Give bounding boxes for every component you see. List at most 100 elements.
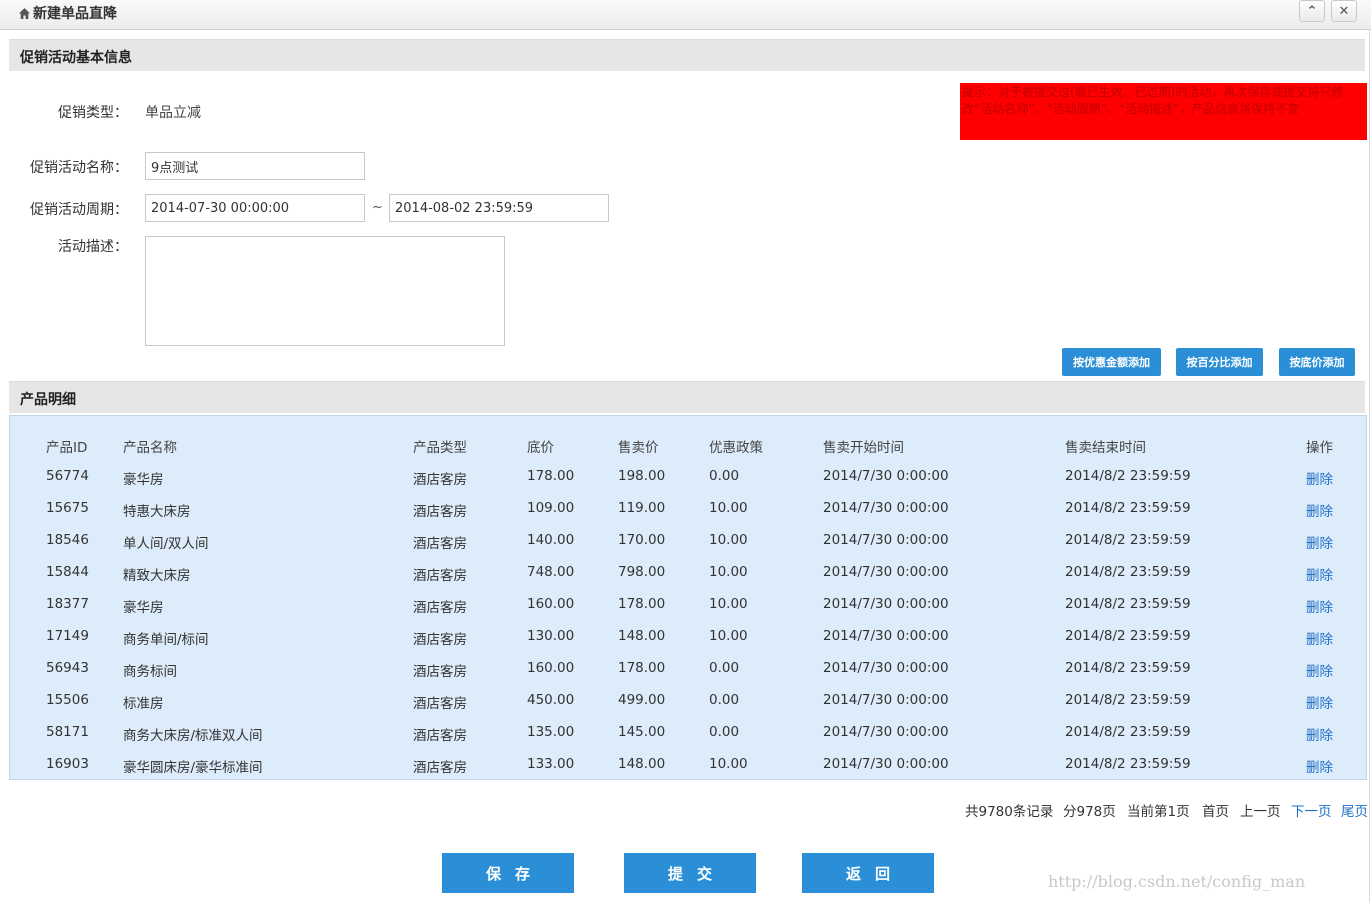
watermark: http://blog.csdn.net/config_man — [1048, 872, 1306, 891]
section-title: 产品明细 — [20, 392, 76, 408]
cell-product-name: 商务大床房/标准双人间 — [123, 728, 263, 744]
pager-page-count: 分978页 — [1063, 804, 1116, 820]
cell-product-id: 56943 — [46, 660, 89, 676]
cell-product-type: 酒店客房 — [413, 504, 467, 520]
promo-name-label: 促销活动名称： — [30, 160, 128, 176]
promo-name-input[interactable] — [145, 152, 365, 180]
window-border — [1369, 30, 1370, 902]
column-header: 操作 — [1306, 440, 1333, 456]
column-header: 底价 — [527, 440, 554, 456]
delete-link[interactable]: 删除 — [1306, 756, 1333, 776]
cell-end-time: 2014/8/2 23:59:59 — [1065, 596, 1191, 612]
cell-start-time: 2014/7/30 0:00:00 — [823, 756, 949, 772]
cell-discount: 0.00 — [709, 724, 740, 740]
cell-sale-price: 499.00 — [618, 692, 666, 708]
promo-period-label: 促销活动周期： — [30, 202, 128, 218]
column-header: 产品ID — [46, 440, 88, 456]
cell-end-time: 2014/8/2 23:59:59 — [1065, 532, 1191, 548]
back-button[interactable]: 返回 — [802, 853, 934, 893]
window-title: 新建单品直降 — [18, 3, 117, 23]
cell-start-time: 2014/7/30 0:00:00 — [823, 660, 949, 676]
cell-product-name: 豪华圆床房/豪华标准间 — [123, 760, 263, 776]
cell-base-price: 133.00 — [527, 756, 575, 772]
promo-desc-label: 活动描述： — [58, 239, 128, 255]
cell-product-name: 精致大床房 — [123, 568, 191, 584]
cell-product-type: 酒店客房 — [413, 664, 467, 680]
cell-sale-price: 148.00 — [618, 628, 666, 644]
delete-link[interactable]: 删除 — [1306, 596, 1333, 616]
cell-product-type: 酒店客房 — [413, 728, 467, 744]
column-header: 优惠政策 — [709, 440, 763, 456]
delete-link[interactable]: 删除 — [1306, 692, 1333, 712]
delete-link[interactable]: 删除 — [1306, 564, 1333, 584]
promo-type-label: 促销类型： — [58, 105, 128, 121]
cell-sale-price: 145.00 — [618, 724, 666, 740]
cell-end-time: 2014/8/2 23:59:59 — [1065, 724, 1191, 740]
cell-base-price: 140.00 — [527, 532, 575, 548]
period-separator: ~ — [372, 200, 383, 215]
products-table: 产品ID 产品名称 产品类型 底价 售卖价 优惠政策 售卖开始时间 售卖结束时间… — [9, 415, 1367, 780]
cell-start-time: 2014/7/30 0:00:00 — [823, 500, 949, 516]
section-header-basic-info: 促销活动基本信息 — [9, 39, 1365, 71]
cell-base-price: 130.00 — [527, 628, 575, 644]
cell-discount: 10.00 — [709, 532, 748, 548]
delete-link[interactable]: 删除 — [1306, 628, 1333, 648]
cell-base-price: 178.00 — [527, 468, 575, 484]
cell-discount: 10.00 — [709, 756, 748, 772]
cell-product-name: 商务单间/标间 — [123, 632, 209, 648]
delete-link[interactable]: 删除 — [1306, 500, 1333, 520]
cell-start-time: 2014/7/30 0:00:00 — [823, 468, 949, 484]
submit-button[interactable]: 提交 — [624, 853, 756, 893]
save-button[interactable]: 保存 — [442, 853, 574, 893]
close-button[interactable]: ✕ — [1331, 0, 1357, 22]
cell-product-type: 酒店客房 — [413, 536, 467, 552]
cell-product-name: 特惠大床房 — [123, 504, 191, 520]
cell-sale-price: 198.00 — [618, 468, 666, 484]
cell-product-id: 15506 — [46, 692, 89, 708]
column-header: 售卖结束时间 — [1065, 440, 1146, 456]
cell-product-id: 18377 — [46, 596, 89, 612]
delete-link[interactable]: 删除 — [1306, 660, 1333, 680]
cell-discount: 10.00 — [709, 500, 748, 516]
pager-last-link[interactable]: 尾页 — [1341, 800, 1368, 820]
cell-sale-price: 119.00 — [618, 500, 666, 516]
window-titlebar: 新建单品直降 ⌃ ✕ — [0, 0, 1371, 30]
cell-product-id: 56774 — [46, 468, 89, 484]
cell-product-type: 酒店客房 — [413, 568, 467, 584]
collapse-button[interactable]: ⌃ — [1299, 0, 1325, 22]
cell-discount: 0.00 — [709, 692, 740, 708]
delete-link[interactable]: 删除 — [1306, 532, 1333, 552]
cell-product-name: 单人间/双人间 — [123, 536, 209, 552]
cell-sale-price: 170.00 — [618, 532, 666, 548]
home-icon — [18, 7, 31, 20]
cell-product-id: 17149 — [46, 628, 89, 644]
delete-link[interactable]: 删除 — [1306, 468, 1333, 488]
promo-desc-textarea[interactable] — [145, 236, 505, 346]
cell-sale-price: 148.00 — [618, 756, 666, 772]
cell-base-price: 160.00 — [527, 660, 575, 676]
pager-prev: 上一页 — [1240, 804, 1281, 820]
cell-product-type: 酒店客房 — [413, 696, 467, 712]
cell-end-time: 2014/8/2 23:59:59 — [1065, 692, 1191, 708]
pager-current-page: 当前第1页 — [1127, 804, 1190, 820]
section-header-products: 产品明细 — [9, 381, 1365, 413]
cell-product-type: 酒店客房 — [413, 472, 467, 488]
end-date-input[interactable] — [389, 194, 609, 222]
cell-product-type: 酒店客房 — [413, 600, 467, 616]
cell-start-time: 2014/7/30 0:00:00 — [823, 628, 949, 644]
chevron-up-icon: ⌃ — [1306, 3, 1318, 19]
pager-total: 共9780条记录 — [965, 804, 1054, 820]
pager-next-link[interactable]: 下一页 — [1291, 800, 1332, 820]
add-by-percent-button[interactable]: 按百分比添加 — [1176, 348, 1263, 376]
promo-type-value: 单品立减 — [145, 105, 201, 121]
cell-base-price: 450.00 — [527, 692, 575, 708]
delete-link[interactable]: 删除 — [1306, 724, 1333, 744]
cell-start-time: 2014/7/30 0:00:00 — [823, 692, 949, 708]
cell-discount: 10.00 — [709, 628, 748, 644]
cell-product-id: 15675 — [46, 500, 89, 516]
add-by-base-price-button[interactable]: 按底价添加 — [1279, 348, 1355, 376]
add-by-amount-button[interactable]: 按优惠金额添加 — [1062, 348, 1161, 376]
start-date-input[interactable] — [145, 194, 365, 222]
section-title: 促销活动基本信息 — [20, 50, 132, 66]
cell-start-time: 2014/7/30 0:00:00 — [823, 596, 949, 612]
